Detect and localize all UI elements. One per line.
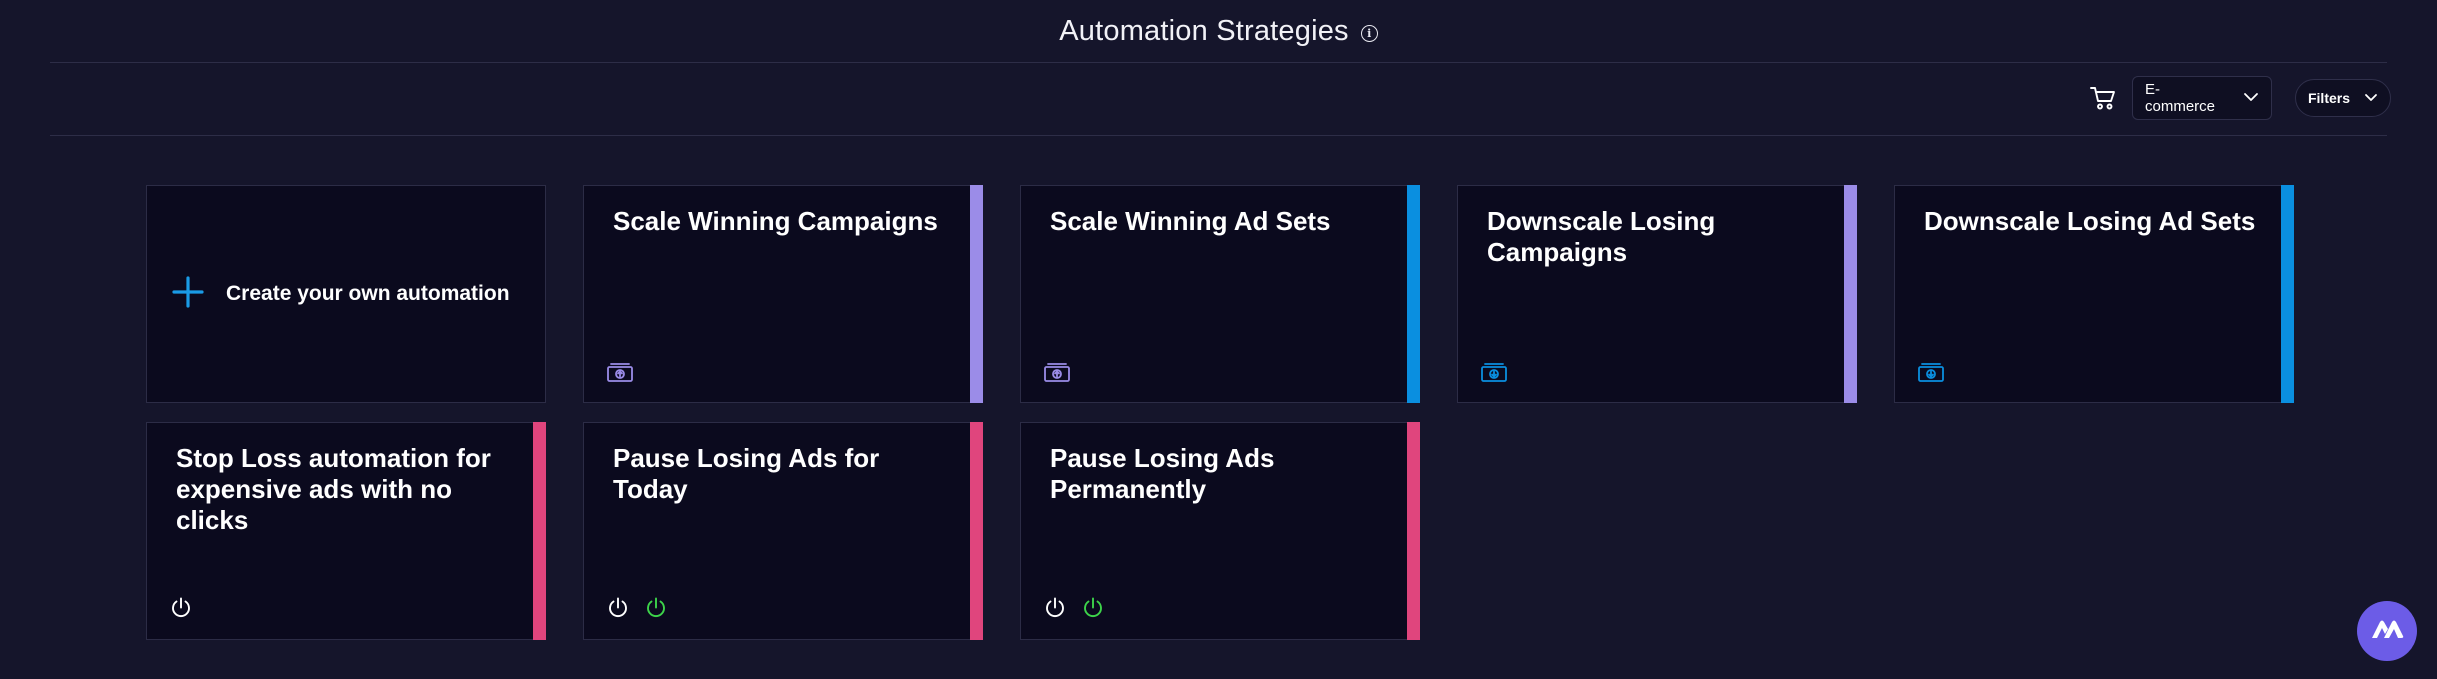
card-title: Scale Winning Ad Sets [1050,206,1331,236]
page-title: Automation Strategies [1059,15,1349,47]
money-up-icon [1043,361,1071,388]
category-select[interactable]: E-commerce [2131,76,2272,120]
card-title: Pause Losing Ads for Today [613,443,880,504]
automation-card-stop-loss[interactable]: Stop Loss automation for expensive ads w… [146,422,546,640]
category-select-value: E-commerce [2144,81,2215,115]
create-automation-label: Create your own automation [226,282,510,305]
shopping-cart-icon[interactable] [2088,83,2118,113]
power-icon [606,596,630,625]
filters-label: Filters [2307,90,2350,106]
chevron-down-icon [2364,89,2378,107]
card-accent [2281,185,2294,403]
card-icons [169,596,193,625]
card-accent [533,422,546,640]
toolbar: E-commerce Filters [2088,76,2391,120]
create-content: Create your own automation [172,186,510,402]
money-down-icon [1917,361,1945,388]
automation-card-downscale-losing-ad-sets[interactable]: Downscale Losing Ad Sets [1894,185,2294,403]
money-down-icon [1480,361,1508,388]
power-icon [169,596,193,625]
page-header: Automation Strategies i [0,0,2437,63]
card-accent [970,185,983,403]
automation-card-scale-winning-ad-sets[interactable]: Scale Winning Ad Sets [1020,185,1420,403]
automation-card-pause-losing-ads-permanently[interactable]: Pause Losing Ads Permanently [1020,422,1420,640]
power-icon [1043,596,1067,625]
chevron-down-icon [2243,89,2259,107]
automation-card-scale-winning-campaigns[interactable]: Scale Winning Campaigns [583,185,983,403]
automation-card-pause-losing-ads-today[interactable]: Pause Losing Ads for Today [583,422,983,640]
card-title: Downscale Losing Campaigns [1487,206,1716,267]
toolbar-divider [50,135,2387,136]
card-title: Downscale Losing Ad Sets [1924,206,2256,236]
title-wrap: Automation Strategies i [1059,15,1378,48]
card-accent [970,422,983,640]
header-divider [50,62,2387,63]
card-icons [606,596,668,625]
automation-card-downscale-losing-campaigns[interactable]: Downscale Losing Campaigns [1457,185,1857,403]
card-accent [1844,185,1857,403]
card-icons [606,361,634,388]
card-icons [1043,361,1071,388]
card-accent [1407,422,1420,640]
card-title: Pause Losing Ads Permanently [1050,443,1275,504]
card-title: Scale Winning Campaigns [613,206,938,236]
chat-launcher-button[interactable] [2357,601,2417,661]
power-on-icon [1081,596,1105,625]
info-icon[interactable]: i [1360,24,1378,42]
card-icons [1480,361,1508,388]
card-icons [1917,361,1945,388]
plus-icon [172,275,204,313]
money-up-icon [606,361,634,388]
filters-button[interactable]: Filters [2294,79,2391,117]
card-title: Stop Loss automation for expensive ads w… [176,443,491,535]
card-icons [1043,596,1105,625]
power-on-icon [644,596,668,625]
automation-strategies-page: Automation Strategies i E-commerce Filte… [0,0,2437,679]
brand-logo-icon [2370,618,2404,645]
card-accent [1407,185,1420,403]
create-automation-card[interactable]: Create your own automation [146,185,546,403]
